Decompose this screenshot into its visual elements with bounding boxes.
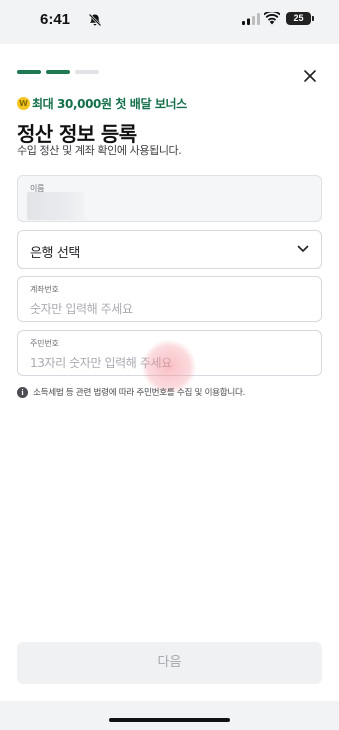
status-time: 6:41 bbox=[40, 11, 71, 28]
privacy-notice: i 소득세법 등 관련 법령에 따라 주민번호를 수집 및 이용합니다. bbox=[17, 386, 245, 398]
promo-banner: W 최대 30,000원 첫 배달 보너스 bbox=[17, 94, 187, 112]
bank-select[interactable]: 은행 선택 bbox=[17, 230, 322, 269]
account-number-field[interactable]: 계좌번호 숫자만 입력해 주세요 bbox=[17, 276, 322, 322]
wifi-icon bbox=[264, 12, 280, 25]
promo-text: 최대 30,000원 첫 배달 보너스 bbox=[32, 96, 187, 111]
account-number-label: 계좌번호 bbox=[30, 285, 59, 294]
cellular-signal-icon bbox=[242, 13, 260, 25]
account-number-input[interactable]: 숫자만 입력해 주세요 bbox=[30, 300, 310, 317]
privacy-notice-text: 소득세법 등 관련 법령에 따라 주민번호를 수집 및 이용합니다. bbox=[33, 388, 246, 398]
next-button[interactable]: 다음 bbox=[17, 642, 322, 684]
progress-step-2 bbox=[46, 70, 70, 74]
coin-icon: W bbox=[17, 96, 30, 110]
name-value-redacted bbox=[27, 192, 85, 220]
info-icon: i bbox=[17, 386, 28, 398]
progress-step-1 bbox=[17, 70, 41, 74]
bell-slash-icon bbox=[88, 13, 102, 27]
close-icon[interactable] bbox=[300, 66, 320, 86]
battery-icon: 25 bbox=[286, 12, 311, 25]
page-subtitle: 수입 정산 및 계좌 확인에 사용됩니다. bbox=[17, 144, 182, 157]
progress-step-3 bbox=[75, 70, 99, 74]
battery-tip bbox=[312, 16, 314, 21]
registration-sheet: W 최대 30,000원 첫 배달 보너스 정산 정보 등록 수입 정산 및 계… bbox=[0, 44, 339, 701]
home-indicator bbox=[109, 718, 230, 722]
bank-select-value: 은행 선택 bbox=[30, 246, 80, 261]
resident-number-label: 주민번호 bbox=[30, 339, 59, 348]
chevron-down-icon bbox=[297, 245, 309, 252]
name-field[interactable]: 이름 bbox=[17, 175, 322, 222]
status-bar: 6:41 25 bbox=[0, 0, 339, 44]
